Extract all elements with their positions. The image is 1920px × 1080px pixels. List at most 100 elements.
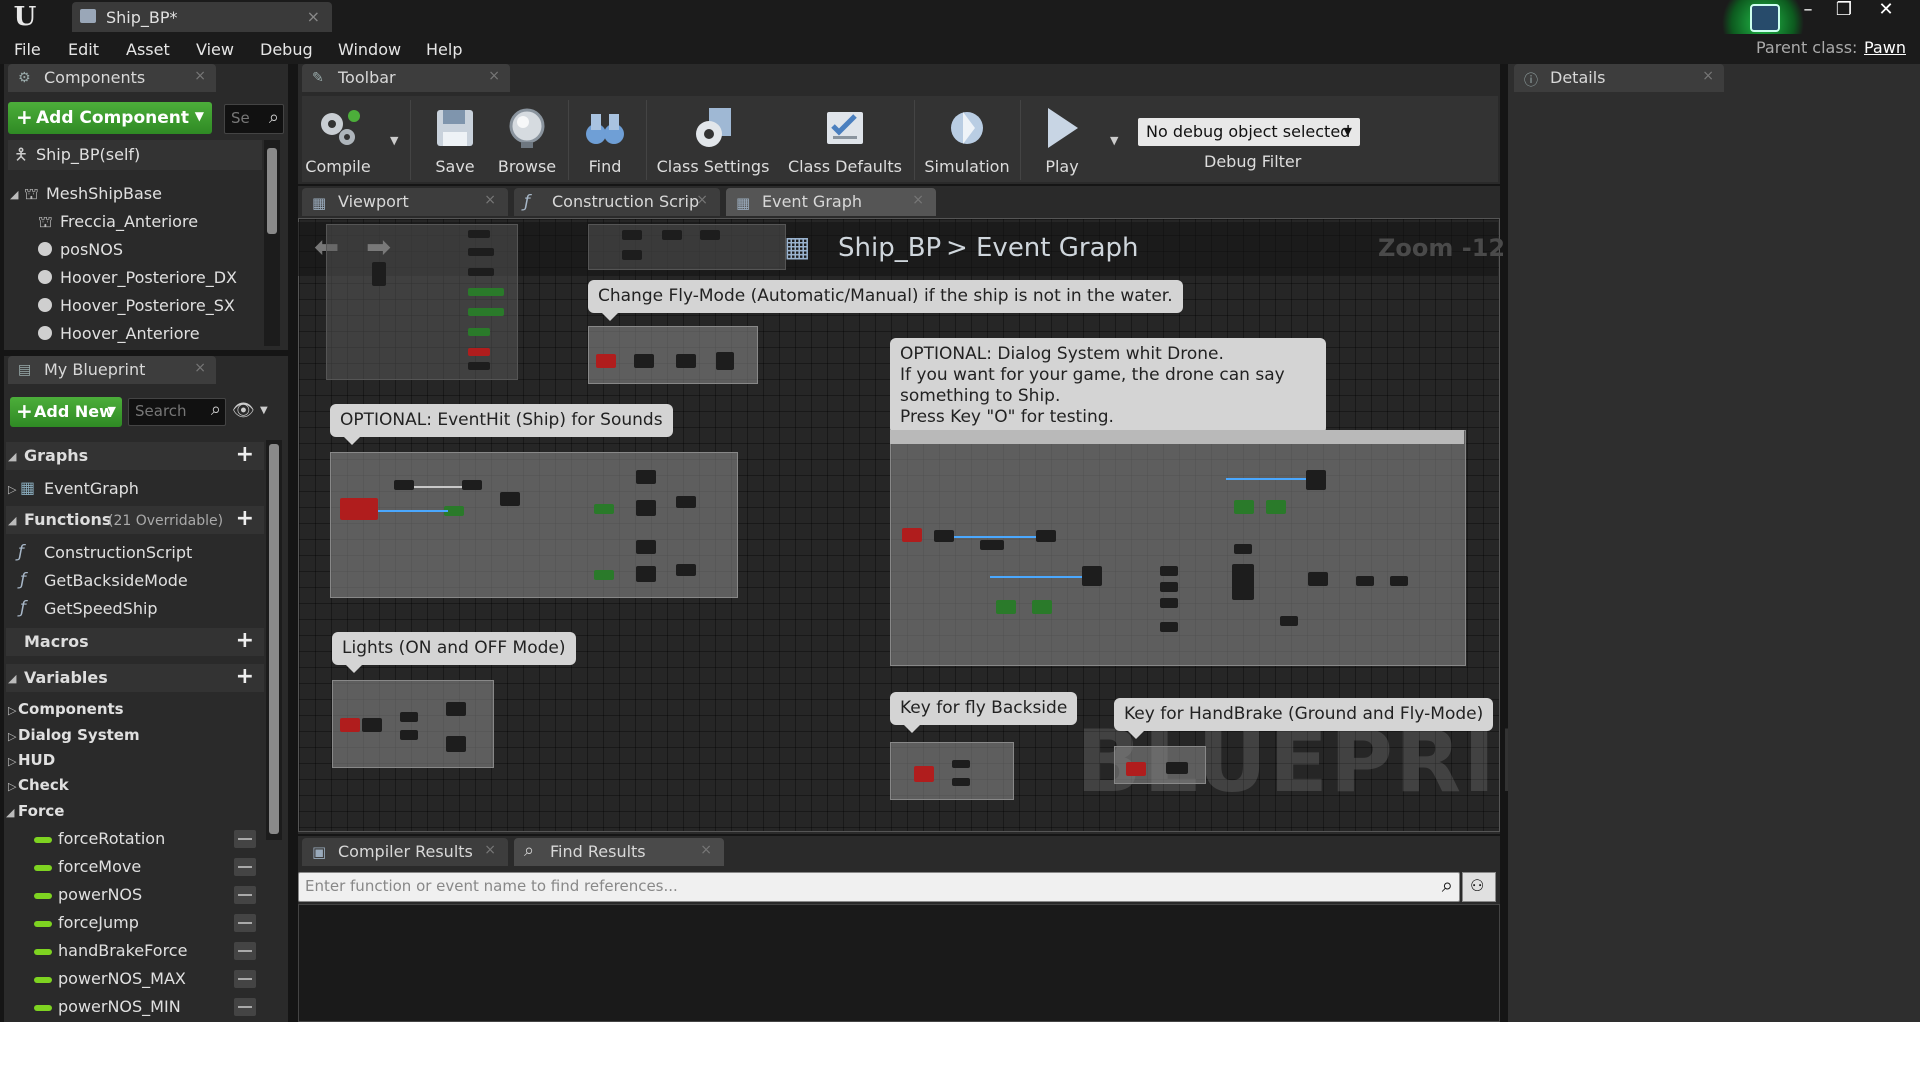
- my-blueprint-search-input[interactable]: Search ⌕: [128, 398, 226, 426]
- graph-node[interactable]: [372, 262, 386, 286]
- variable-powernos-max[interactable]: powerNOS_MAX: [58, 969, 186, 988]
- expand-arrow-icon[interactable]: ◢: [10, 188, 18, 201]
- find-references-input[interactable]: Enter function or event name to find ref…: [298, 872, 1460, 902]
- variable-visibility-toggle[interactable]: [234, 998, 256, 1016]
- close-components-icon[interactable]: ×: [194, 68, 206, 84]
- component-posnos[interactable]: posNOS: [60, 240, 123, 259]
- variable-forcemove[interactable]: forceMove: [58, 857, 141, 876]
- function-item-getbacksidemode[interactable]: GetBacksideMode: [44, 571, 188, 590]
- close-toolbar-icon[interactable]: ×: [488, 68, 500, 84]
- variable-group-check[interactable]: Check: [18, 776, 69, 794]
- graph-node[interactable]: [1160, 566, 1178, 576]
- graph-node[interactable]: [1036, 530, 1056, 542]
- component-meshshipbase[interactable]: MeshShipBase: [46, 184, 162, 203]
- parent-class-link[interactable]: Pawn: [1864, 38, 1906, 57]
- close-event-graph-icon[interactable]: ×: [912, 192, 924, 208]
- add-component-button[interactable]: + Add Component ▼: [8, 102, 212, 134]
- graph-node[interactable]: [462, 480, 482, 490]
- tab-event-graph[interactable]: ▦ Event Graph ×: [726, 188, 936, 216]
- graph-node[interactable]: [952, 760, 970, 768]
- graph-node[interactable]: [500, 492, 520, 506]
- graph-node[interactable]: [622, 250, 642, 260]
- comment-handbrake[interactable]: Key for HandBrake (Ground and Fly-Mode): [1114, 698, 1494, 739]
- close-details-icon[interactable]: ×: [1702, 68, 1714, 84]
- comment-box-top-center[interactable]: [588, 224, 786, 270]
- close-viewport-icon[interactable]: ×: [484, 192, 496, 208]
- add-variable-button[interactable]: +: [236, 664, 254, 689]
- variable-forcerotation[interactable]: forceRotation: [58, 829, 165, 848]
- graph-node[interactable]: [1232, 564, 1254, 600]
- graph-node[interactable]: [622, 230, 642, 240]
- debug-object-select[interactable]: No debug object selected ▼: [1138, 118, 1360, 146]
- graph-node[interactable]: [634, 354, 654, 368]
- graph-node[interactable]: [716, 352, 734, 370]
- breadcrumb-blueprint[interactable]: Ship_BP: [838, 233, 941, 263]
- graph-node[interactable]: [468, 248, 494, 256]
- document-tab-ship-bp[interactable]: Ship_BP* ×: [72, 2, 332, 32]
- add-macro-button[interactable]: +: [236, 628, 254, 653]
- my-blueprint-tab[interactable]: ▤ My Blueprint ×: [8, 356, 216, 384]
- graph-node[interactable]: [594, 570, 614, 580]
- graph-node[interactable]: [468, 362, 490, 370]
- graph-node[interactable]: [1308, 572, 1328, 586]
- variable-visibility-toggle[interactable]: [234, 830, 256, 848]
- graph-node[interactable]: [362, 718, 382, 732]
- graph-node[interactable]: [468, 230, 490, 238]
- browse-button[interactable]: Browse: [490, 98, 564, 180]
- find-button[interactable]: Find: [572, 98, 638, 180]
- function-item-getspeedship[interactable]: GetSpeedShip: [44, 599, 158, 618]
- my-blueprint-scrollbar[interactable]: [266, 440, 282, 840]
- graph-node[interactable]: [340, 718, 360, 732]
- tab-compiler-results[interactable]: ▣ Compiler Results ×: [302, 838, 508, 866]
- comment-box-event-hit[interactable]: [330, 452, 738, 598]
- menu-debug[interactable]: Debug: [260, 40, 313, 59]
- graph-node[interactable]: [594, 504, 614, 514]
- close-compiler-results-icon[interactable]: ×: [484, 842, 496, 858]
- graph-node[interactable]: [468, 288, 504, 296]
- variable-visibility-toggle[interactable]: [234, 970, 256, 988]
- graph-node[interactable]: [1160, 598, 1178, 608]
- variable-powernos-min[interactable]: powerNOS_MIN: [58, 997, 181, 1016]
- graph-node[interactable]: [914, 766, 934, 782]
- variable-powernos[interactable]: powerNOS: [58, 885, 142, 904]
- compile-options-arrow-icon[interactable]: ▼: [390, 134, 398, 147]
- graph-node[interactable]: [468, 328, 490, 336]
- graph-node[interactable]: [1160, 622, 1178, 632]
- graph-node[interactable]: [596, 354, 616, 368]
- source-control-icon[interactable]: [1750, 4, 1780, 32]
- graph-node[interactable]: [700, 230, 720, 240]
- variables-section-header[interactable]: ◢ Variables +: [6, 664, 264, 692]
- toolbar-tab[interactable]: ✎ Toolbar ×: [302, 64, 510, 92]
- menu-file[interactable]: File: [14, 40, 41, 59]
- simulation-button[interactable]: Simulation: [920, 98, 1014, 180]
- graph-node[interactable]: [468, 308, 504, 316]
- menu-help[interactable]: Help: [426, 40, 462, 59]
- graph-node[interactable]: [636, 540, 656, 554]
- comment-event-hit[interactable]: OPTIONAL: EventHit (Ship) for Sounds: [330, 404, 673, 445]
- graph-node[interactable]: [468, 268, 494, 276]
- expand-arrow-icon[interactable]: ▷: [8, 483, 16, 496]
- tab-construction-script[interactable]: ƒ Construction Scrip ×: [514, 188, 720, 216]
- variable-group-hud[interactable]: HUD: [18, 751, 55, 769]
- add-new-button[interactable]: + Add New ▼: [10, 397, 122, 427]
- graph-node[interactable]: [1032, 600, 1052, 614]
- close-tab-icon[interactable]: ×: [307, 7, 320, 26]
- play-button[interactable]: Play: [1024, 98, 1100, 180]
- graph-node[interactable]: [1126, 762, 1146, 776]
- component-hoover-posteriore-dx[interactable]: Hoover_Posteriore_DX: [60, 268, 237, 287]
- graph-node[interactable]: [662, 230, 682, 240]
- dropdown-arrow-icon[interactable]: ▼: [260, 405, 268, 416]
- graph-node[interactable]: [1166, 762, 1188, 774]
- graph-node[interactable]: [996, 600, 1016, 614]
- add-graph-button[interactable]: +: [236, 442, 254, 467]
- graph-node[interactable]: [1390, 576, 1408, 586]
- component-hoover-posteriore-sx[interactable]: Hoover_Posteriore_SX: [60, 296, 235, 315]
- expand-arrow-icon[interactable]: ▷: [8, 780, 16, 793]
- graph-node[interactable]: [1266, 500, 1286, 514]
- play-options-arrow-icon[interactable]: ▼: [1110, 134, 1118, 147]
- comment-dialog-system[interactable]: OPTIONAL: Dialog System whit Drone. If y…: [890, 338, 1326, 442]
- components-scroll-thumb[interactable]: [267, 148, 277, 234]
- close-find-results-icon[interactable]: ×: [700, 842, 712, 858]
- close-window-button[interactable]: ✕: [1868, 0, 1904, 22]
- graph-node[interactable]: [394, 480, 414, 490]
